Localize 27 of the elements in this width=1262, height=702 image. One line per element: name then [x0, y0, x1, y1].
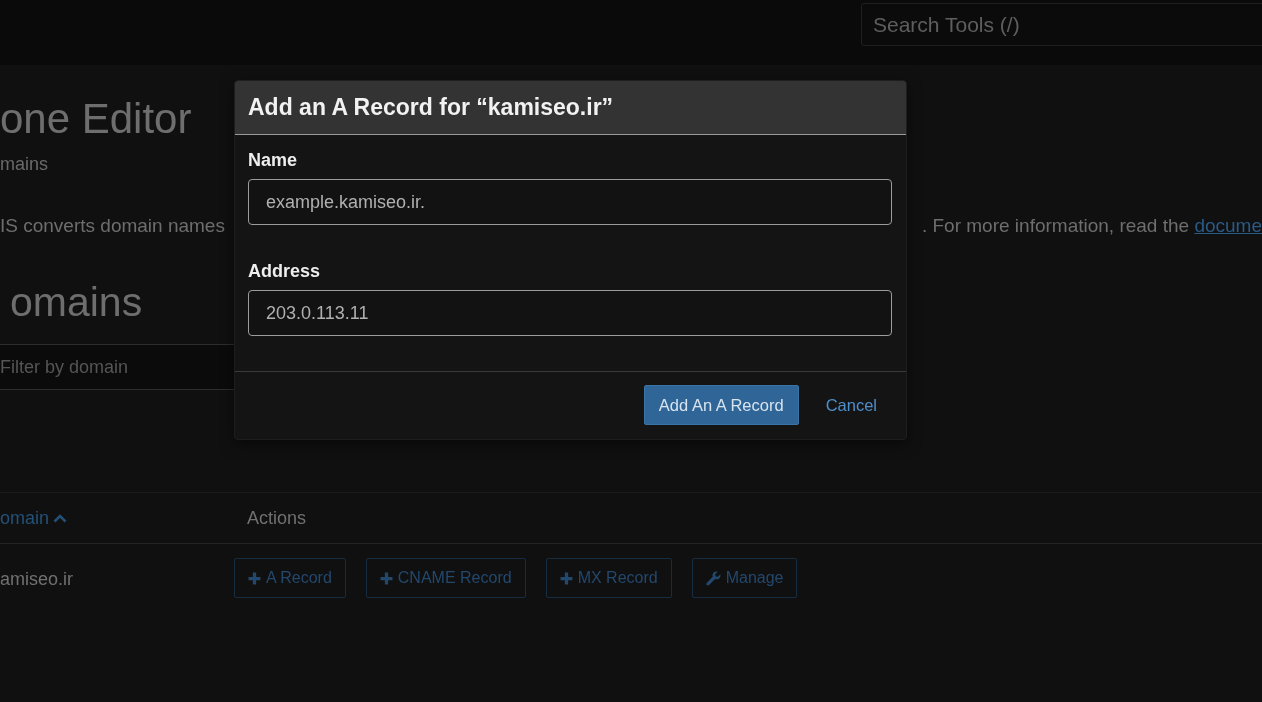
domain-cell: amiseo.ir: [0, 568, 74, 589]
add-record-button[interactable]: Add An A Record: [643, 385, 799, 425]
search-tools-field[interactable]: Search Tools (/): [861, 3, 1262, 46]
record-action-button[interactable]: MX Record: [545, 558, 672, 598]
text-input-field[interactable]: 203.0.113.11: [248, 290, 892, 336]
description-text: . For more information, read the docume: [921, 214, 1262, 238]
record-action-button[interactable]: Manage: [691, 558, 798, 598]
plus-icon: [248, 571, 261, 585]
record-action-button[interactable]: CNAME Record: [365, 558, 526, 598]
breadcrumb-text: mains: [0, 153, 48, 176]
filter-field[interactable]: Filter by domain: [0, 344, 234, 390]
wrench-icon: [705, 570, 721, 586]
field-label: Address: [248, 260, 321, 282]
record-action-button[interactable]: A Record: [234, 558, 346, 598]
documentation-link[interactable]: docume: [1194, 215, 1262, 236]
page-title: one Editor: [0, 94, 192, 144]
dialog-title: Add an A Record for “kamiseo.ir”: [248, 94, 614, 121]
plus-icon: [559, 571, 573, 585]
text-input-field[interactable]: example.kamiseo.ir.: [248, 179, 892, 225]
field-label: Name: [248, 149, 298, 171]
caret-up-icon: [53, 513, 68, 523]
description-text: IS converts domain names: [0, 214, 225, 238]
plus-icon: [379, 571, 393, 585]
column-sort-link[interactable]: omain: [0, 507, 68, 529]
cancel-link[interactable]: Cancel: [825, 395, 877, 415]
column-header: Actions: [247, 507, 307, 528]
section-title: omains: [10, 278, 143, 326]
